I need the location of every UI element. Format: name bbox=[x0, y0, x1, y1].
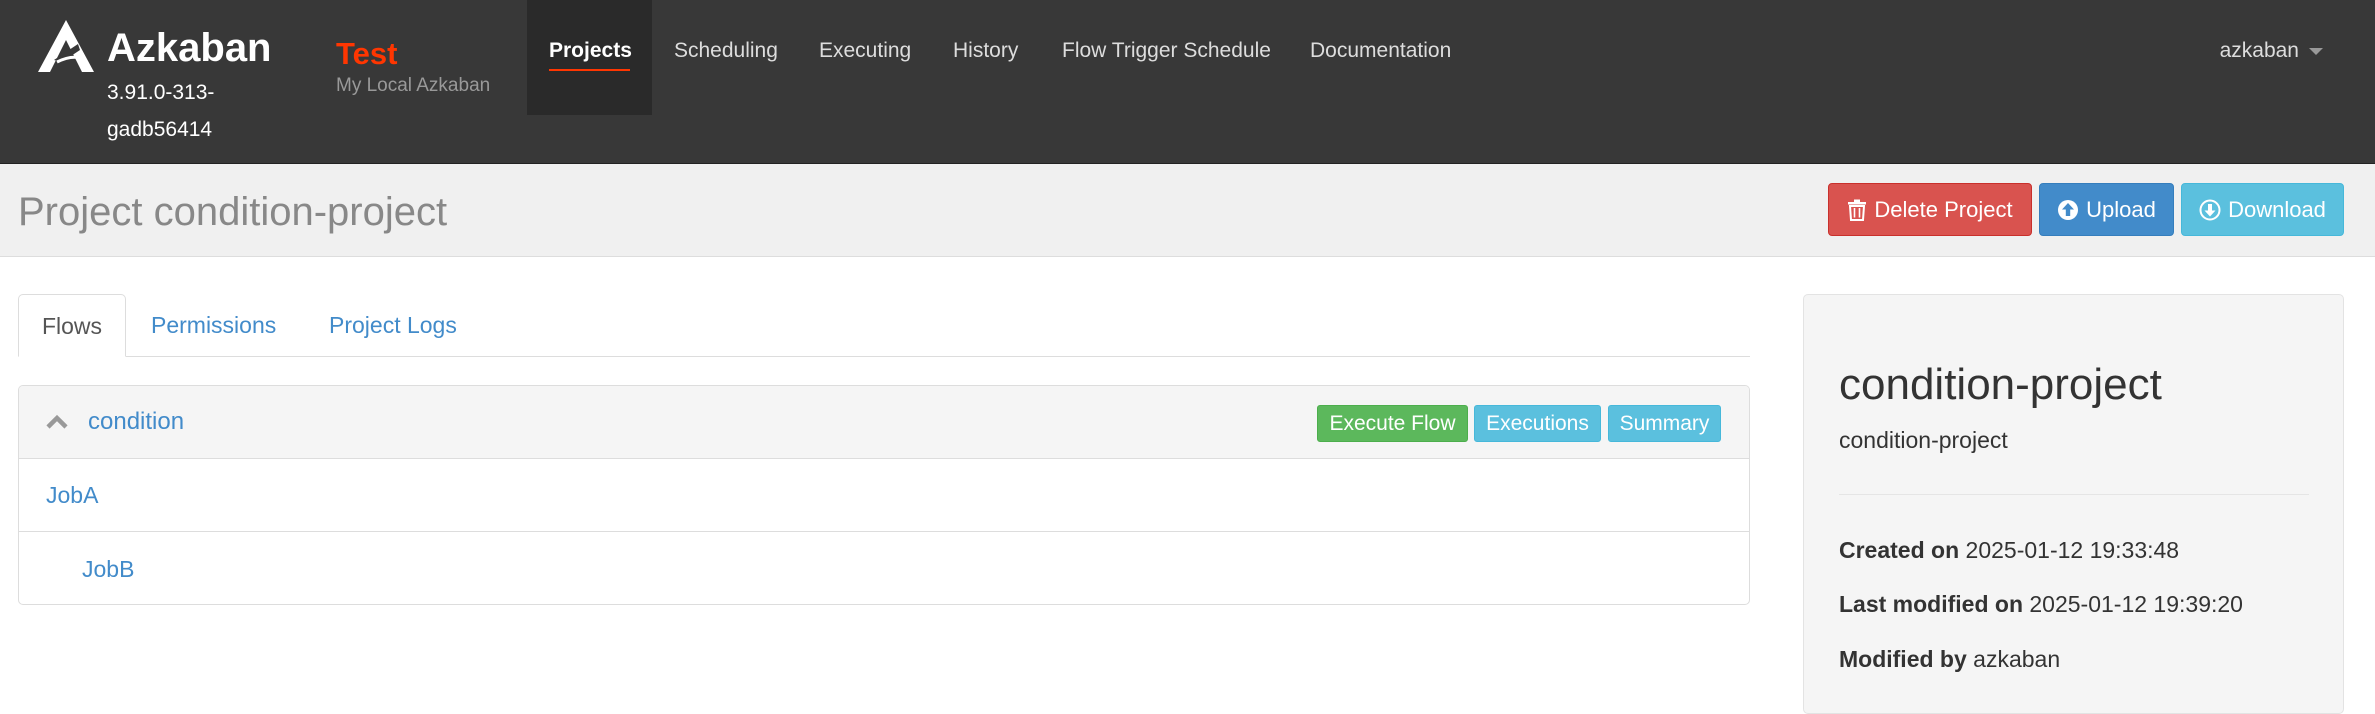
created-on-label: Created on bbox=[1839, 537, 1960, 563]
top-navbar: Azkaban 3.91.0-313-gadb56414 Test My Loc… bbox=[0, 0, 2375, 164]
project-name-heading: condition-project bbox=[1839, 360, 2162, 409]
nav-item-documentation[interactable]: Documentation bbox=[1310, 39, 1451, 63]
upload-button[interactable]: Upload bbox=[2039, 183, 2174, 236]
tab-project-logs[interactable]: Project Logs bbox=[329, 294, 457, 357]
last-modified-label: Last modified on bbox=[1839, 591, 2023, 617]
job-link-joba[interactable]: JobA bbox=[19, 459, 1749, 532]
nav-item-projects[interactable]: Projects bbox=[549, 39, 632, 63]
environment-description: My Local Azkaban bbox=[336, 75, 491, 96]
upload-label: Upload bbox=[2086, 196, 2156, 222]
download-label: Download bbox=[2228, 196, 2326, 222]
project-header: Project condition-project Delete Project… bbox=[0, 164, 2375, 257]
nav-item-executing[interactable]: Executing bbox=[819, 39, 911, 63]
executions-button[interactable]: Executions bbox=[1474, 405, 1601, 442]
project-description: condition-project bbox=[1839, 427, 2008, 453]
job-link-jobb[interactable]: JobB bbox=[19, 533, 1749, 604]
flow-name-link[interactable]: condition bbox=[88, 408, 184, 435]
nav-item-scheduling[interactable]: Scheduling bbox=[674, 39, 778, 63]
modified-by-value: azkaban bbox=[1973, 646, 2061, 672]
circle-arrow-down-icon bbox=[2199, 199, 2221, 220]
modified-by-label: Modified by bbox=[1839, 646, 1967, 672]
delete-project-label: Delete Project bbox=[1874, 196, 2013, 222]
project-info-panel: condition-project condition-project Crea… bbox=[1803, 294, 2344, 714]
nav-item-history[interactable]: History bbox=[953, 39, 1018, 63]
download-button[interactable]: Download bbox=[2181, 183, 2344, 236]
user-menu[interactable]: azkaban bbox=[2220, 39, 2323, 63]
chevron-up-icon[interactable] bbox=[45, 410, 69, 434]
page-title: Project condition-project bbox=[18, 190, 448, 234]
nav-active-underline bbox=[549, 69, 630, 71]
divider bbox=[1839, 494, 2309, 495]
environment-name: Test bbox=[336, 36, 398, 71]
last-modified-row: Last modified on 2025-01-12 19:39:20 bbox=[1839, 593, 2243, 616]
modified-by-row: Modified by azkaban bbox=[1839, 648, 2060, 671]
flow-header: condition Execute Flow Executions Summar… bbox=[19, 386, 1749, 459]
tab-flows[interactable]: Flows bbox=[18, 294, 126, 357]
user-name: azkaban bbox=[2219, 39, 2299, 62]
trash-icon bbox=[1848, 199, 1867, 221]
created-on-value: 2025-01-12 19:33:48 bbox=[1965, 537, 2180, 563]
last-modified-value: 2025-01-12 19:39:20 bbox=[2029, 591, 2243, 617]
flow-panel: condition Execute Flow Executions Summar… bbox=[18, 385, 1750, 605]
tabs-divider bbox=[18, 356, 1750, 357]
created-on-row: Created on 2025-01-12 19:33:48 bbox=[1839, 539, 2179, 562]
execute-flow-button[interactable]: Execute Flow bbox=[1317, 405, 1468, 442]
caret-down-icon bbox=[2309, 47, 2323, 55]
brand-name[interactable]: Azkaban bbox=[107, 28, 272, 68]
brand-version: 3.91.0-313-gadb56414 bbox=[107, 81, 215, 141]
delete-project-button[interactable]: Delete Project bbox=[1828, 183, 2032, 236]
tab-permissions[interactable]: Permissions bbox=[151, 294, 276, 357]
nav-item-flow-trigger-schedule[interactable]: Flow Trigger Schedule bbox=[1062, 39, 1271, 63]
azkaban-logo-icon bbox=[38, 20, 94, 72]
summary-button[interactable]: Summary bbox=[1608, 405, 1721, 442]
circle-arrow-up-icon bbox=[2058, 199, 2079, 220]
